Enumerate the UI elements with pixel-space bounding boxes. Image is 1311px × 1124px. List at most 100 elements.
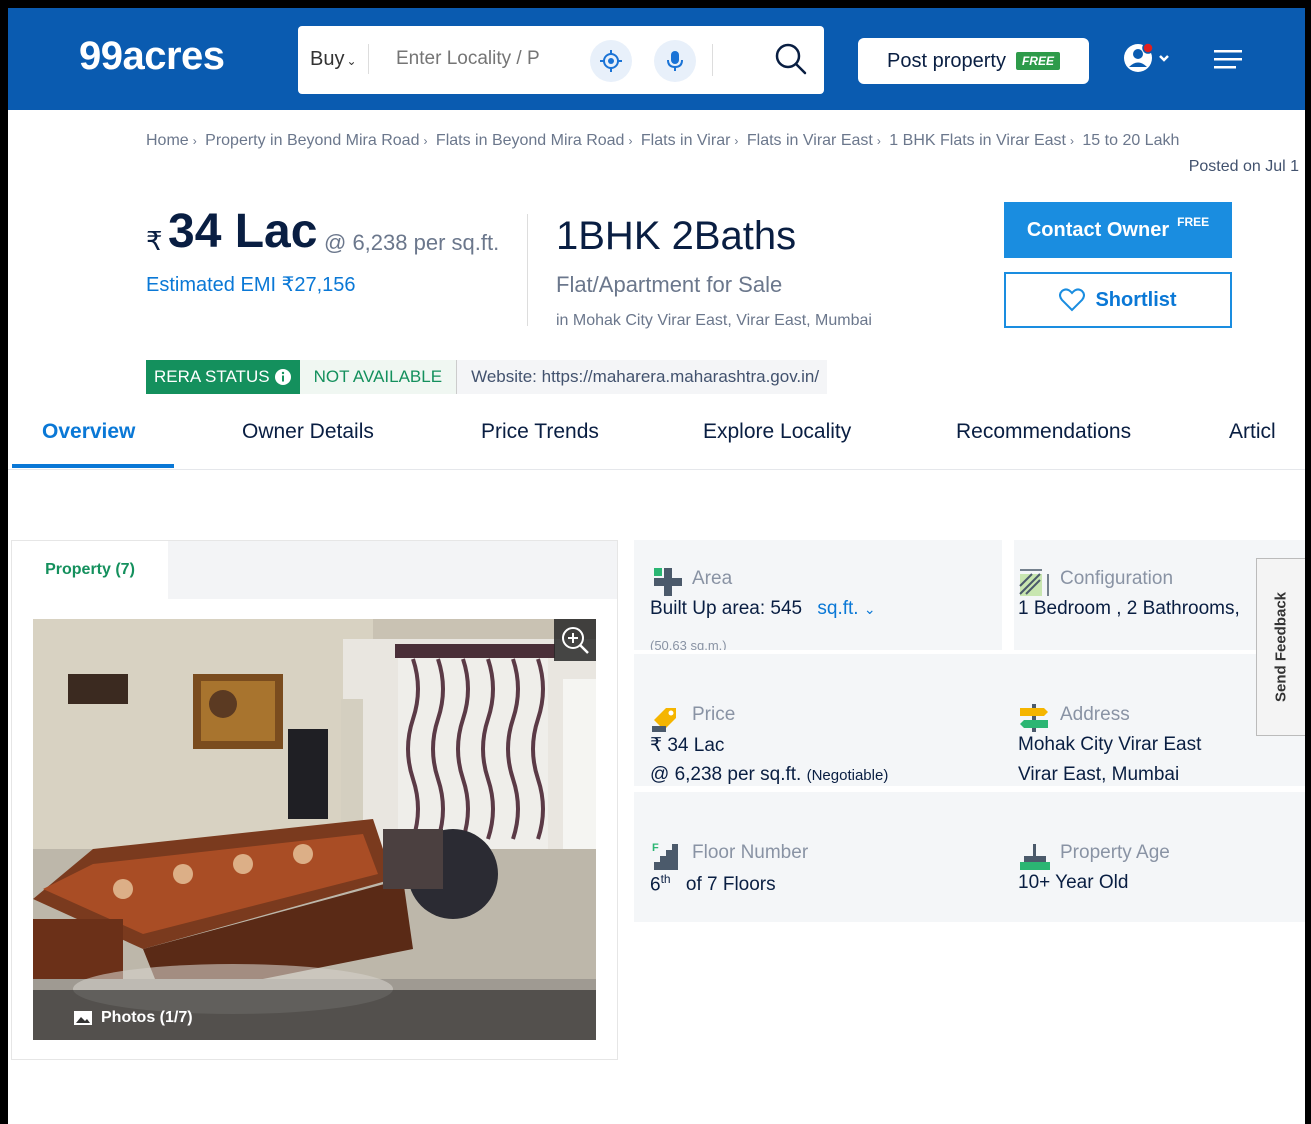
breadcrumb-item[interactable]: Property in Beyond Mira Road [205, 132, 419, 149]
property-type: Flat/Apartment for Sale [556, 272, 783, 297]
breadcrumb-item[interactable]: Flats in Virar [641, 132, 731, 149]
tab-explore-locality[interactable]: Explore Locality [703, 420, 851, 444]
locate-me-button[interactable] [590, 40, 632, 82]
posted-date: Posted on Jul 1 [1188, 158, 1299, 175]
buy-dropdown-label: Buy [310, 48, 345, 70]
divider [1002, 540, 1014, 650]
contact-owner-button[interactable]: Contact Owner FREE [1004, 202, 1232, 258]
divider [527, 214, 528, 326]
search-icon[interactable] [774, 42, 808, 76]
price-per-sqft-text: @ 6,238 per sq.ft. [650, 764, 802, 785]
voice-search-button[interactable] [654, 40, 696, 82]
location-target-icon [600, 50, 622, 72]
image-icon [74, 1011, 92, 1025]
floor-label: Floor Number [692, 842, 809, 863]
top-header: 99acres Buy⌄ Post property FREE [8, 8, 1305, 110]
price-value: ₹ 34 Lac [650, 735, 725, 756]
listing-price: 34 Lac [168, 205, 318, 258]
zoom-in-icon [562, 627, 589, 654]
price-per-sqft-detail: @ 6,238 per sq.ft. (Negotiable) [650, 764, 888, 786]
floor-number-icon: F [652, 842, 678, 870]
divider [634, 786, 1305, 792]
rera-website: Website: https://maharera.maharashtra.go… [456, 360, 828, 394]
contact-owner-label: Contact Owner [1026, 218, 1170, 241]
breadcrumb-item[interactable]: Home [146, 132, 189, 149]
hamburger-menu-icon[interactable] [1214, 48, 1244, 70]
tab-property-photos[interactable]: Property (7) [12, 541, 168, 599]
address-line1: Mohak City Virar East [1018, 734, 1202, 755]
signpost-icon [1020, 704, 1048, 732]
area-value: Built Up area: 545 sq.ft. ⌄ [650, 598, 876, 620]
address-line2: Virar East, Mumbai [1018, 764, 1180, 785]
divider [712, 44, 713, 76]
breadcrumb-item[interactable]: Flats in Beyond Mira Road [436, 132, 625, 149]
tab-owner-details[interactable]: Owner Details [242, 420, 374, 444]
breadcrumb-item[interactable]: Flats in Virar East [747, 132, 873, 149]
area-value-text: Built Up area: 545 [650, 598, 803, 619]
free-badge: FREE [1015, 52, 1060, 70]
property-age-label: Property Age [1060, 842, 1170, 863]
property-location: in Mohak City Virar East, Virar East, Mu… [556, 312, 872, 329]
shortlist-button[interactable]: Shortlist [1004, 272, 1232, 328]
free-badge: FREE [1177, 215, 1210, 229]
breadcrumb: Home › Property in Beyond Mira Road › Flat… [146, 132, 1180, 149]
configuration-icon [1019, 569, 1049, 596]
rera-status-label: RERA STATUS [154, 367, 270, 386]
tab-recommendations[interactable]: Recommendations [956, 420, 1131, 444]
divider [634, 650, 1305, 654]
price-label: Price [692, 704, 736, 725]
breadcrumb-item[interactable]: 1 BHK Flats in Virar East [889, 132, 1066, 149]
price-tag-icon [652, 708, 676, 732]
chevron-down-icon: ⌄ [863, 601, 876, 617]
zoom-button[interactable] [554, 619, 596, 661]
address-label: Address [1060, 704, 1130, 725]
floor-value: 6th of 7 Floors [650, 872, 776, 896]
property-age-value: 10+ Year Old [1018, 872, 1129, 893]
send-feedback-label: Send Feedback [1272, 591, 1290, 703]
floor-ordinal: th [660, 872, 671, 886]
currency-symbol: ₹ [146, 226, 163, 256]
configuration-value: 1 Bedroom , 2 Bathrooms, [1018, 598, 1240, 619]
living-room-photo [33, 619, 596, 1040]
user-account-icon[interactable] [1122, 40, 1170, 76]
rera-status-value: NOT AVAILABLE [299, 360, 457, 394]
tab-articles[interactable]: Articl [1229, 420, 1276, 444]
search-input[interactable] [396, 48, 556, 70]
page: 99acres Buy⌄ Post property FREE Home› Pr… [8, 8, 1305, 1124]
breadcrumb-item[interactable]: 15 to 20 Lakh [1082, 132, 1179, 149]
buy-dropdown[interactable]: Buy ⌄ [310, 48, 357, 71]
tab-overview[interactable]: Overview [42, 420, 135, 444]
emi-link[interactable]: Estimated EMI ₹27,156 [146, 272, 356, 297]
send-feedback-tab[interactable]: Send Feedback [1256, 558, 1305, 736]
search-bar: Buy ⌄ [298, 26, 824, 94]
info-icon[interactable] [274, 368, 292, 386]
tab-price-trends[interactable]: Price Trends [481, 420, 599, 444]
heart-icon [1059, 288, 1086, 312]
microphone-icon [667, 51, 683, 71]
floor-total: of 7 Floors [685, 874, 776, 896]
property-photo[interactable]: Photos (1/7) [33, 619, 596, 1040]
site-logo[interactable]: 99acres [79, 34, 225, 79]
photo-gallery-card: Property (7) Photos (1/7) [11, 540, 618, 1060]
shortlist-label: Shortlist [1095, 288, 1177, 311]
area-unit-dropdown[interactable]: sq.ft. ⌄ [817, 598, 875, 619]
chevron-down-icon: ⌄ [346, 54, 357, 68]
divider [368, 44, 369, 74]
property-details-grid: Area Built Up area: 545 sq.ft. ⌄ (50.63 … [634, 540, 1305, 922]
floor-number: 6 [650, 874, 661, 896]
area-unit-label: sq.ft. [817, 598, 859, 619]
section-tabs: Overview Owner Details Price Trends Expl… [8, 408, 1305, 470]
configuration-label: Configuration [1060, 568, 1174, 589]
rera-row: RERA STATUS NOT AVAILABLE Website: https… [146, 360, 828, 394]
photo-count-link[interactable]: Photos (1/7) [73, 1009, 193, 1027]
area-label: Area [692, 568, 733, 589]
area-icon [654, 568, 682, 596]
building-age-icon [1020, 844, 1050, 870]
rera-status-badge[interactable]: RERA STATUS [146, 360, 300, 394]
photo-count-label: Photos (1/7) [101, 1009, 193, 1026]
gallery-tab-bar: Property (7) [12, 541, 617, 599]
post-property-label: Post property [887, 49, 1006, 72]
active-tab-indicator [12, 464, 174, 468]
svg-text:F: F [652, 842, 659, 854]
post-property-button[interactable]: Post property FREE [858, 38, 1089, 84]
